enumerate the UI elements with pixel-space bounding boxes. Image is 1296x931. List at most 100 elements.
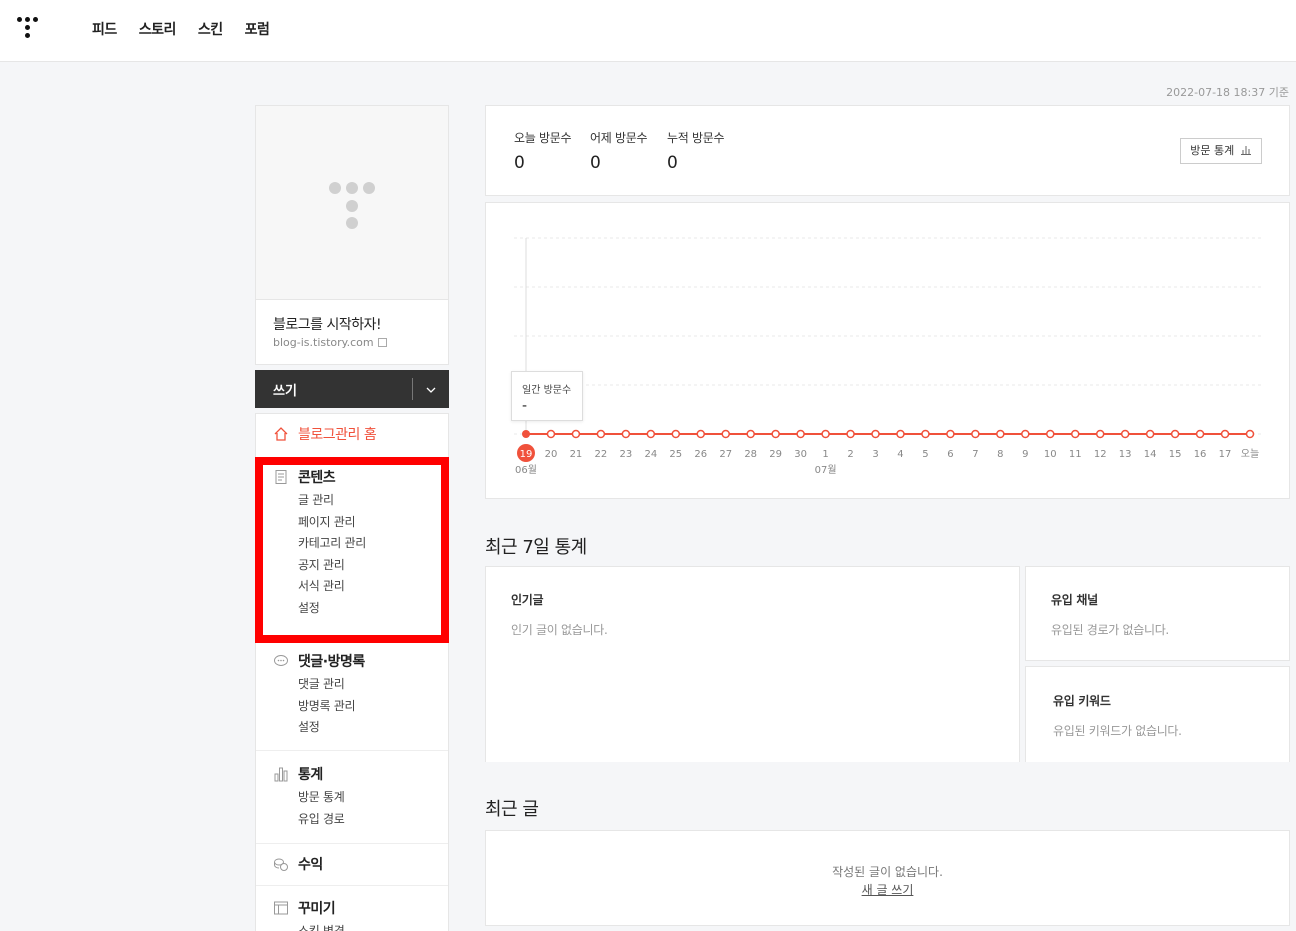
document-icon (273, 469, 289, 485)
chevron-down-icon[interactable] (413, 383, 449, 396)
x-tick-label: 5 (922, 449, 928, 460)
x-tick-label: 22 (595, 449, 608, 460)
admin-menu: 블로그관리 홈 콘텐츠 글 관리 페이지 관리 카테고리 관리 공지 관리 서식… (255, 413, 449, 931)
menu-item-posts[interactable]: 글 관리 (256, 490, 448, 512)
data-point (1220, 429, 1230, 439)
nav-feed[interactable]: 피드 (92, 19, 117, 39)
blog-title[interactable]: 블로그를 시작하자! (273, 314, 382, 334)
visit-stats-button[interactable]: 방문 통계 (1180, 138, 1262, 164)
external-link-icon (377, 338, 387, 347)
x-tick-label: 25 (669, 449, 682, 460)
menu-item-contents-settings[interactable]: 설정 (256, 598, 448, 620)
x-tick-label: 9 (1022, 449, 1028, 460)
write-button-label[interactable]: 쓰기 (255, 380, 412, 399)
nav-story[interactable]: 스토리 (139, 19, 177, 39)
referrer-keyword-empty: 유입된 키워드가 없습니다. (1053, 724, 1182, 738)
visitor-chart-card: 19 20 21 22 23 24 25 26 27 28 29 30 1 2 3 4 5 6 7 8 9 10 11 12 1… (485, 202, 1290, 499)
menu-item-templates[interactable]: 서식 관리 (256, 576, 448, 598)
x-tick-label: 21 (570, 449, 583, 460)
menu-item-visit-stats[interactable]: 방문 통계 (256, 787, 448, 809)
x-tick-label: 오늘 (1241, 448, 1259, 460)
top-bar: 피드 스토리 스킨 포럼 (0, 0, 1296, 62)
popular-posts-empty: 인기 글이 없습니다. (511, 623, 608, 637)
x-tick-label: 16 (1194, 449, 1207, 460)
home-icon (273, 426, 289, 442)
x-tick-label: 11 (1069, 449, 1082, 460)
recent-posts-title: 최근 글 (485, 799, 539, 820)
blog-profile-image (256, 106, 448, 300)
menu-section-stats: 통계 방문 통계 유입 경로 (256, 751, 448, 844)
nav-forum[interactable]: 포럼 (245, 19, 270, 39)
menu-section-decorate: 꾸미기 스킨 변경 (256, 886, 448, 931)
x-tick-label: 12 (1094, 449, 1107, 460)
data-point (721, 429, 730, 439)
data-point (1145, 429, 1155, 439)
data-point (696, 429, 706, 439)
data-point (871, 429, 880, 439)
visitor-line-chart: 19 20 21 22 23 24 25 26 27 28 29 30 1 2 3 4 5 6 7 8 9 10 11 12 1… (514, 237, 1262, 476)
popular-posts-title: 인기글 (511, 593, 544, 607)
referrer-keyword-title: 유입 키워드 (1053, 694, 1111, 708)
x-tick-label: 3 (872, 449, 878, 460)
data-point (796, 429, 805, 439)
menu-section-comments: 댓글·방명록 댓글 관리 방명록 관리 설정 (256, 638, 448, 751)
tistory-logo-icon[interactable] (17, 17, 43, 43)
data-point (946, 429, 955, 439)
x-tick-label: 29 (769, 449, 782, 460)
menu-head-contents[interactable]: 콘텐츠 (256, 466, 448, 488)
comment-bubble-icon (273, 653, 289, 669)
bar-chart-icon (273, 766, 289, 782)
data-point (821, 429, 830, 439)
x-tick-label: 6 (947, 449, 953, 460)
new-post-link[interactable]: 새 글 쓰기 (486, 881, 1289, 898)
write-button[interactable]: 쓰기 (255, 370, 449, 408)
menu-head-revenue[interactable]: 수익 (256, 853, 448, 875)
x-tick-label: 8 (997, 449, 1003, 460)
x-tick-label: 20 (545, 449, 558, 460)
popular-posts-card: 인기글 인기 글이 없습니다. (485, 566, 1020, 762)
data-point (1046, 429, 1055, 439)
menu-head-decorate[interactable]: 꾸미기 (256, 897, 448, 919)
menu-section-revenue: 수익 (256, 844, 448, 886)
yesterday-visits-label: 어제 방문수 (590, 131, 648, 145)
menu-head-stats[interactable]: 통계 (256, 763, 448, 785)
month-label: 06월 (515, 464, 537, 476)
menu-item-pages[interactable]: 페이지 관리 (256, 512, 448, 534)
blog-profile: 블로그를 시작하자! blog-is.tistory.com (255, 105, 449, 365)
tooltip-label: 일간 방문수 (522, 385, 572, 396)
menu-item-notices[interactable]: 공지 관리 (256, 555, 448, 577)
data-point (846, 429, 855, 439)
menu-head-comments[interactable]: 댓글·방명록 (256, 650, 448, 672)
x-tick-label: 23 (619, 449, 632, 460)
referrer-channel-title: 유입 채널 (1051, 593, 1098, 607)
data-point (1095, 429, 1105, 439)
today-visits-label: 오늘 방문수 (514, 131, 572, 145)
data-point (646, 429, 656, 439)
data-point (1021, 429, 1030, 439)
menu-item-comments[interactable]: 댓글 관리 (256, 674, 448, 696)
menu-item-comments-settings[interactable]: 설정 (256, 717, 448, 739)
menu-item-categories[interactable]: 카테고리 관리 (256, 533, 448, 555)
blog-url[interactable]: blog-is.tistory.com (273, 336, 387, 349)
data-point (1070, 429, 1080, 439)
x-tick-label: 27 (719, 449, 732, 460)
tooltip-value: - (522, 398, 528, 414)
menu-item-referrers[interactable]: 유입 경로 (256, 809, 448, 831)
x-tick-label: 15 (1169, 449, 1182, 460)
nav-skin[interactable]: 스킨 (198, 19, 223, 39)
referrer-channel-empty: 유입된 경로가 없습니다. (1051, 623, 1169, 637)
menu-item-guestbook[interactable]: 방명록 관리 (256, 696, 448, 718)
data-point (671, 429, 681, 439)
coins-icon (273, 856, 289, 872)
layout-icon (273, 900, 289, 916)
x-tick-label: 26 (694, 449, 707, 460)
top-nav: 피드 스토리 스킨 포럼 (92, 19, 270, 39)
menu-item-skin-change[interactable]: 스킨 변경 (256, 921, 448, 931)
data-point (1120, 429, 1130, 439)
menu-section-contents: 콘텐츠 글 관리 페이지 관리 카테고리 관리 공지 관리 서식 관리 설정 (256, 458, 448, 638)
menu-item-home[interactable]: 블로그관리 홈 (256, 423, 448, 445)
data-point (971, 429, 980, 439)
month-label: 07월 (815, 464, 837, 476)
x-tick-label: 17 (1219, 449, 1232, 460)
recent-7days-title: 최근 7일 통계 (485, 537, 587, 558)
